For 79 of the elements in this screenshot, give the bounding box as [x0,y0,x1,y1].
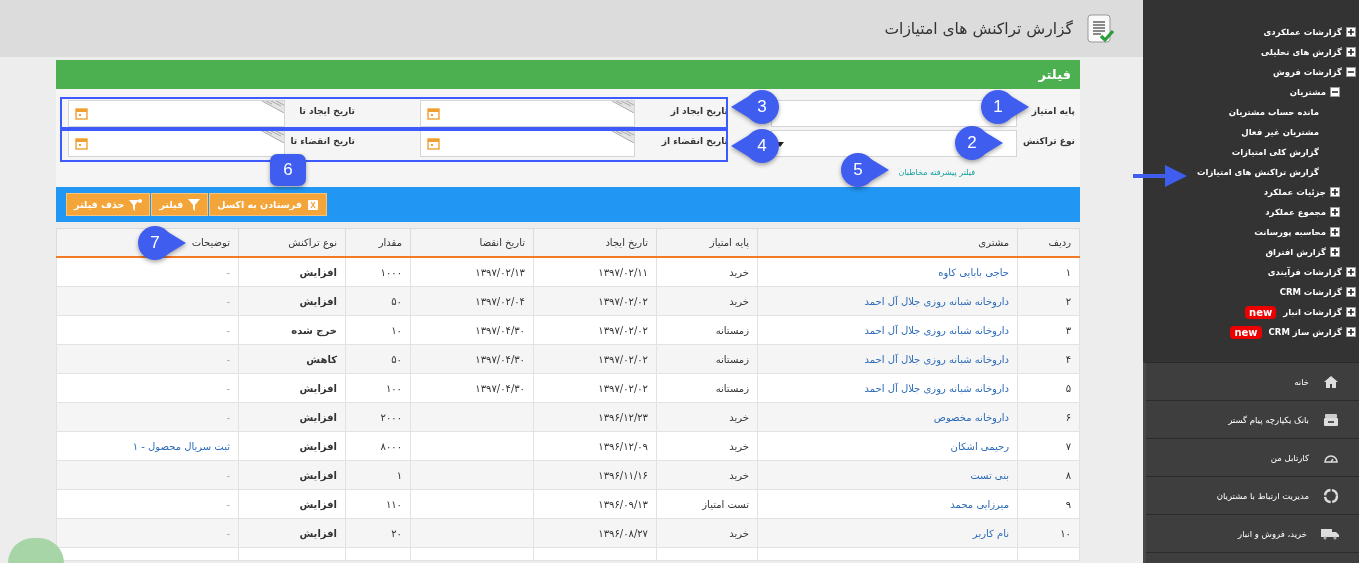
table-cell: زمستانه [656,373,758,403]
table-cell: ۷ [1017,431,1080,461]
table-cell: خرید [656,518,758,548]
table-cell: ۱۳۹۷/۰۴/۳۰ [410,344,534,374]
table-cell: ۱۰ [345,315,411,345]
step-callout-tooltip: 4 [730,128,780,164]
table-cell: ۵۰ [345,286,411,316]
note-text: - [226,295,230,307]
table-cell: ۵۰ [345,344,411,374]
table-cell: افزایش [238,489,346,519]
step-callout-tooltip: 5 [840,152,890,188]
note-text: - [226,382,230,394]
table-cell: ۱۳۹۶/۱۲/۲۳ [533,402,657,432]
table-cell: ۱۳۹۶/۱۱/۱۶ [533,460,657,490]
table-cell: ۸۰۰۰ [345,431,411,461]
note-text: - [226,411,230,423]
table-cell: ۱۳۹۷/۰۴/۳۰ [410,315,534,345]
table-cell: ۲۰۰۰ [345,402,411,432]
table-cell: ۴ [1017,344,1080,374]
table-cell: زمستانه [656,315,758,345]
table-cell: ۸ [1017,460,1080,490]
table-cell: ۲۰ [345,518,411,548]
table-cell: تست امتیاز [656,489,758,519]
table-cell: ۱۳۹۷/۰۲/۱۱ [533,257,657,287]
table-cell: ۳ [1017,315,1080,345]
field-label: تاریخ ایجاد تا [298,105,356,119]
table-cell: ۱۳۹۶/۱۲/۰۹ [533,431,657,461]
new-badge: new [1230,325,1262,339]
table-cell: ۱۳۹۶/۰۹/۱۳ [533,489,657,519]
table-cell: خرید [656,402,758,432]
table-cell: ۱۳۹۷/۰۲/۰۲ [533,315,657,345]
table-cell: خرید [656,460,758,490]
table-cell: ۹ [1017,489,1080,519]
table-cell: ۶ [1017,402,1080,432]
table-cell: ۱۳۹۷/۰۴/۳۰ [410,373,534,403]
table-cell: ۱۰۰ [345,373,411,403]
page-title: گزارش تراکنش های امتیازات [884,19,1073,38]
table-cell: خرج شده [238,315,346,345]
step-callout-tooltip: 7 [137,225,187,261]
note-text: - [226,498,230,510]
note-text: - [226,266,230,278]
table-cell: افزایش [238,402,346,432]
note-text: - [226,353,230,365]
field-label: پایه امتیاز [1030,105,1075,118]
table-cell: افزایش [238,460,346,490]
table-cell: ۱۳۹۷/۰۲/۰۲ [533,344,657,374]
panel-title: فیلتر [1038,67,1071,82]
table-cell: خرید [656,257,758,287]
table-cell: ۱۰۰۰ [345,257,411,287]
field-label: تاریخ انقضاء تا [289,135,356,149]
table-cell: ۱۳۹۶/۰۸/۲۷ [533,518,657,548]
step-callout-tooltip: 2 [954,125,1004,161]
table-cell: افزایش [238,518,346,548]
table-cell: ۱ [345,460,411,490]
table-cell: ۱۳۹۷/۰۲/۰۲ [533,286,657,316]
step-callout-tooltip: 6 [269,152,307,188]
step-callout-tooltip: 1 [980,89,1030,125]
table-cell: ۱۳۹۷/۰۲/۰۲ [533,373,657,403]
table-cell: ۱۰ [1017,518,1080,548]
table-cell: ۱۳۹۷/۰۲/۰۴ [410,286,534,316]
table-cell: ۱۳۹۷/۰۲/۱۳ [410,257,534,287]
table-cell: زمستانه [656,344,758,374]
table-cell: خرید [656,431,758,461]
note-text: - [226,527,230,539]
table-cell: افزایش [238,373,346,403]
note-text: - [226,324,230,336]
table-cell: ۱ [1017,257,1080,287]
table-cell: افزایش [238,257,346,287]
new-badge: new [1245,305,1277,319]
table-cell: کاهش [238,344,346,374]
table-cell: افزایش [238,286,346,316]
table-cell: افزایش [238,431,346,461]
field-label: نوع تراکنش [1022,135,1075,149]
table-cell: خرید [656,286,758,316]
table-cell: ۵ [1017,373,1080,403]
step-callout-tooltip: 3 [730,89,780,125]
table-cell: ۲ [1017,286,1080,316]
table-cell: ۱۱۰ [345,489,411,519]
note-text: - [226,469,230,481]
